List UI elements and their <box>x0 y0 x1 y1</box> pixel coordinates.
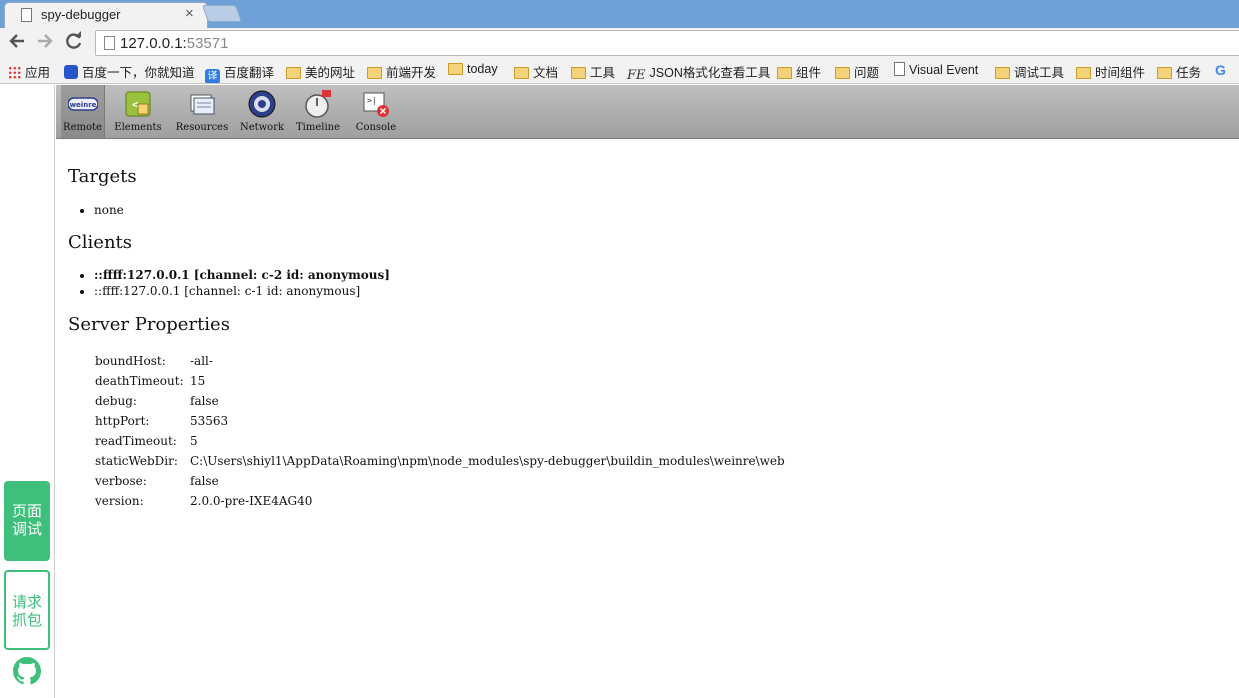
prop-value: 5 <box>190 434 198 448</box>
tab-timeline[interactable]: Timeline <box>292 85 344 138</box>
list-item[interactable]: ::ffff:127.0.0.1 [channel: c-2 id: anony… <box>94 267 390 283</box>
table-row: debug: false <box>95 391 785 411</box>
prop-key: verbose: <box>95 474 147 488</box>
list-item[interactable]: ::ffff:127.0.0.1 [channel: c-1 id: anony… <box>94 283 390 299</box>
close-icon[interactable]: × <box>185 5 194 22</box>
svg-text:>|: >| <box>367 96 377 105</box>
folder-icon <box>835 67 850 79</box>
tab-remote[interactable]: weinre Remote <box>61 85 105 138</box>
table-row: httpPort: 53563 <box>95 411 785 431</box>
stopwatch-icon <box>305 90 331 118</box>
bookmark-json-formatter[interactable]: FE JSON格式化查看工具 <box>627 62 770 83</box>
tab-strip: spy-debugger × <box>0 0 1239 28</box>
bookmark-baidu-translate[interactable]: 译百度翻译 <box>205 62 274 83</box>
bookmark-visual-event[interactable]: Visual Event <box>894 62 978 77</box>
network-icon <box>248 90 276 118</box>
prop-key: deathTimeout: <box>95 374 184 388</box>
new-tab-button[interactable] <box>201 5 243 22</box>
table-row: deathTimeout: 15 <box>95 371 785 391</box>
address-bar[interactable]: 127.0.0.1:53571 <box>95 30 1239 56</box>
targets-heading: Targets <box>68 166 137 187</box>
weinre-logo-icon: weinre <box>67 97 98 111</box>
tab-elements[interactable]: < Elements <box>112 85 164 138</box>
bookmark-folder[interactable]: 问题 <box>835 62 879 81</box>
folder-icon <box>514 67 529 79</box>
prop-value: -all- <box>190 354 213 368</box>
prop-value: 15 <box>190 374 206 388</box>
server-properties-table: boundHost: -all- deathTimeout: 15 debug: fa… <box>95 351 785 511</box>
table-row: boundHost: -all- <box>95 351 785 371</box>
prop-key: readTimeout: <box>95 434 177 448</box>
apps-icon <box>8 66 21 79</box>
server-properties-heading: Server Properties <box>68 314 230 335</box>
bookmark-folder[interactable]: 时间组件 <box>1076 62 1145 81</box>
folder-icon <box>995 67 1010 79</box>
reload-icon[interactable] <box>63 31 85 57</box>
tab-network[interactable]: Network <box>238 85 286 138</box>
targets-list: none <box>94 202 124 218</box>
folder-icon <box>1157 67 1172 79</box>
page-icon <box>21 8 32 22</box>
folder-icon <box>1076 67 1091 79</box>
prop-value: C:\Users\shiyl1\AppData\Roaming\npm\node… <box>190 454 785 468</box>
bookmark-folder[interactable]: 组件 <box>777 62 821 81</box>
bookmark-folder[interactable]: 美的网址 <box>286 62 355 81</box>
table-row: staticWebDir: C:\Users\shiyl1\AppData\Roa… <box>95 451 785 471</box>
paw-icon <box>64 65 78 79</box>
console-icon: >| <box>363 92 389 117</box>
translate-icon: 译 <box>205 69 220 83</box>
google-icon[interactable]: G <box>1215 62 1226 78</box>
page-debug-button[interactable]: 页面 调试 <box>4 481 50 561</box>
folder-icon <box>286 67 301 79</box>
prop-key: staticWebDir: <box>95 454 178 468</box>
bookmark-folder[interactable]: 工具 <box>571 62 615 81</box>
weinre-toolbar: weinre Remote < Elements Resources Netwo… <box>56 85 1239 139</box>
left-dock: 页面 调试 请求 抓包 <box>0 85 55 698</box>
list-item: none <box>94 202 124 218</box>
table-row: verbose: false <box>95 471 785 491</box>
bookmark-folder[interactable]: 调试工具 <box>995 62 1064 81</box>
clients-list: ::ffff:127.0.0.1 [channel: c-2 id: anony… <box>94 267 390 299</box>
bookmark-folder[interactable]: today <box>448 62 498 76</box>
elements-icon: < <box>125 91 151 117</box>
prop-value: 53563 <box>190 414 229 428</box>
folder-icon <box>448 63 463 75</box>
resources-icon <box>190 94 215 115</box>
prop-key: version: <box>95 494 144 508</box>
table-row: version: 2.0.0-pre-IXE4AG40 <box>95 491 785 511</box>
request-capture-button[interactable]: 请求 抓包 <box>4 570 50 650</box>
folder-icon <box>571 67 586 79</box>
svg-text:weinre: weinre <box>69 101 96 109</box>
tab-console[interactable]: >| Console <box>350 85 402 138</box>
prop-value: false <box>190 394 219 408</box>
tab-title: spy-debugger <box>41 7 121 22</box>
tab-spy-debugger[interactable]: spy-debugger × <box>4 2 208 28</box>
github-icon[interactable] <box>13 657 41 685</box>
bookmark-folder[interactable]: 任务 <box>1157 62 1201 81</box>
fe-icon: FE <box>627 68 646 83</box>
folder-icon <box>367 67 382 79</box>
prop-key: debug: <box>95 394 137 408</box>
page-icon <box>894 62 905 76</box>
table-row: readTimeout: 5 <box>95 431 785 451</box>
bookmark-folder[interactable]: 文档 <box>514 62 558 81</box>
bookmark-folder[interactable]: 前端开发 <box>367 62 436 81</box>
forward-arrow-icon[interactable] <box>34 31 56 57</box>
prop-value: false <box>190 474 219 488</box>
url-text: 127.0.0.1:53571 <box>120 35 229 52</box>
bookmark-apps[interactable]: 应用 <box>8 62 50 81</box>
back-arrow-icon[interactable] <box>6 31 28 57</box>
folder-icon <box>777 67 792 79</box>
page-info-icon[interactable] <box>104 36 115 50</box>
bookmarks-bar: 应用 百度一下，你就知道 译百度翻译 美的网址 前端开发 today 文档 工具… <box>0 58 1239 84</box>
prop-value: 2.0.0-pre-IXE4AG40 <box>190 494 313 508</box>
browser-toolbar: 127.0.0.1:53571 <box>0 28 1239 58</box>
prop-key: httpPort: <box>95 414 150 428</box>
clients-heading: Clients <box>68 232 133 253</box>
prop-key: boundHost: <box>95 354 166 368</box>
bookmark-baidu[interactable]: 百度一下，你就知道 <box>64 62 195 81</box>
tab-resources[interactable]: Resources <box>172 85 232 138</box>
